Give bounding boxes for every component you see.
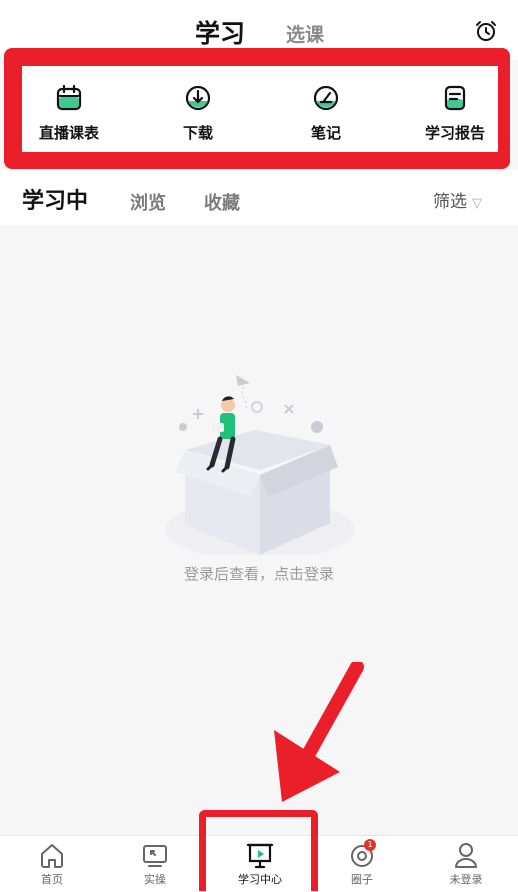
learning-subtabs: 学习中 浏览 收藏 筛选 ▽ — [0, 170, 518, 225]
tab-label: 实操 — [144, 873, 166, 886]
empty-state-login-prompt[interactable]: 登录后查看，点击登录 — [0, 563, 518, 584]
home-icon — [41, 844, 63, 868]
tab-study[interactable]: 学习 — [195, 14, 245, 50]
quick-action-live-schedule[interactable]: 直播课表 — [14, 84, 124, 152]
tab-course-select[interactable]: 选课 — [286, 20, 324, 47]
tab-circle[interactable]: 1 圈子 — [322, 839, 402, 887]
quick-action-notes[interactable]: 笔记 — [271, 84, 381, 152]
report-icon — [444, 85, 466, 111]
subtab-browse[interactable]: 浏览 — [130, 189, 166, 215]
quick-action-label: 直播课表 — [38, 124, 99, 142]
subtab-favorites[interactable]: 收藏 — [204, 189, 240, 215]
annotation-arrow-icon — [274, 662, 364, 802]
download-icon — [185, 85, 211, 111]
note-pen-icon — [313, 85, 339, 111]
quick-action-download[interactable]: 下载 — [143, 84, 253, 152]
calendar-icon — [56, 84, 82, 111]
tab-label: 首页 — [41, 873, 63, 886]
quick-action-label: 笔记 — [310, 124, 341, 142]
tab-label: 圈子 — [351, 873, 373, 886]
quick-actions-highlight: 直播课表 下载 笔记 学习报告 — [4, 48, 510, 169]
practice-screen-icon — [143, 845, 167, 867]
tab-label: 未登录 — [449, 873, 483, 886]
user-icon — [455, 843, 477, 868]
filter-button[interactable]: 筛选 ▽ — [433, 187, 482, 212]
content-area: 登录后查看，点击登录 — [0, 225, 518, 835]
notification-badge: 1 — [364, 839, 376, 851]
quick-action-study-report[interactable]: 学习报告 — [400, 84, 510, 152]
empty-box-illustration — [165, 375, 355, 555]
tab-practice[interactable]: 实操 — [115, 840, 195, 887]
quick-action-label: 学习报告 — [424, 124, 485, 142]
tab-home[interactable]: 首页 — [12, 840, 92, 887]
quick-actions-panel: 直播课表 下载 笔记 学习报告 — [22, 66, 498, 152]
filter-funnel-icon: ▽ — [472, 196, 482, 211]
filter-label: 筛选 — [433, 192, 467, 212]
tab-user[interactable]: 未登录 — [426, 840, 506, 887]
alarm-clock-icon[interactable] — [474, 19, 498, 43]
study-center-highlight — [199, 810, 318, 891]
subtab-in-progress[interactable]: 学习中 — [22, 183, 88, 215]
quick-action-label: 下载 — [182, 124, 213, 142]
